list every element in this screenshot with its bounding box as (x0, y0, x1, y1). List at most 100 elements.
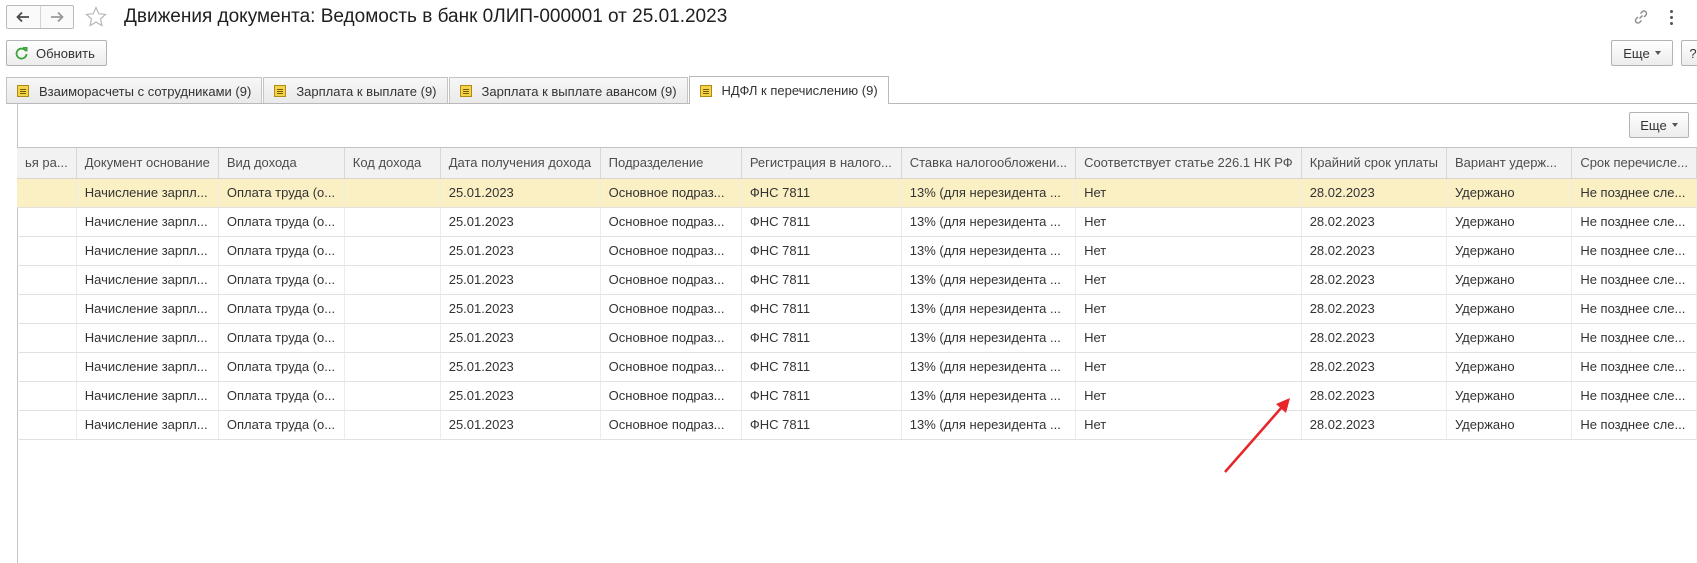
table-cell: Не позднее сле... (1571, 381, 1697, 411)
table-cell: Оплата труда (о... (218, 265, 345, 295)
table-cell: Оплата труда (о... (218, 381, 345, 411)
table-cell: Основное подраз... (600, 207, 742, 237)
table-cell: 13% (для нерезидента ... (901, 236, 1077, 266)
table-cell (17, 381, 77, 411)
column-header[interactable]: Документ основание (76, 148, 219, 179)
table-cell: 28.02.2023 (1301, 236, 1447, 266)
table-cell (17, 236, 77, 266)
table-cell: 13% (для нерезидента ... (901, 410, 1077, 440)
table-cell: 28.02.2023 (1301, 294, 1447, 324)
table-cell (344, 410, 441, 440)
table-cell: Удержано (1446, 178, 1573, 208)
table-row[interactable]: Начисление зарпл... Оплата труда (о... 25.… (17, 410, 1697, 440)
forward-button[interactable] (39, 6, 73, 28)
table-cell: 13% (для нерезидента ... (901, 323, 1077, 353)
table-cell: Начисление зарпл... (76, 207, 219, 237)
table-row[interactable]: Начисление зарпл... Оплата труда (о... 25.… (17, 178, 1697, 208)
more-button[interactable]: Еще (1611, 40, 1673, 66)
column-header[interactable]: Срок перечисле... (1571, 148, 1697, 179)
records-table[interactable]: ья ра... Документ основание Вид дохода Код … (17, 147, 1697, 563)
table-row[interactable]: Начисление зарпл... Оплата труда (о... 25.… (17, 207, 1697, 237)
table-cell: Нет (1075, 381, 1302, 411)
table-cell: 13% (для нерезидента ... (901, 294, 1077, 324)
table-cell: Удержано (1446, 265, 1573, 295)
table-cell: Начисление зарпл... (76, 381, 219, 411)
tab-label: Взаиморасчеты с сотрудниками (9) (39, 83, 252, 99)
table-cell: Нет (1075, 410, 1302, 440)
table-cell (344, 352, 441, 382)
table-cell: Начисление зарпл... (76, 178, 219, 208)
table-cell: ФНС 7811 (741, 352, 902, 382)
table-header-row: ья ра... Документ основание Вид дохода Код … (17, 148, 1697, 179)
column-header[interactable]: Вариант удерж... (1446, 148, 1573, 179)
tab-personal-income-tax[interactable]: НДФЛ к перечислению (9) (688, 76, 889, 104)
table-cell: Нет (1075, 236, 1302, 266)
column-header[interactable]: ья ра... (17, 148, 77, 179)
table-row[interactable]: Начисление зарпл... Оплата труда (о... 25.… (17, 294, 1697, 324)
column-header[interactable]: Подразделение (600, 148, 742, 179)
tab-advance-payable[interactable]: Зарплата к выплате авансом (9) (448, 77, 688, 104)
table-cell: 25.01.2023 (440, 265, 601, 295)
tab-salary-payable[interactable]: Зарплата к выплате (9) (263, 77, 448, 104)
table-cell: 25.01.2023 (440, 352, 601, 382)
table-cell: 13% (для нерезидента ... (901, 265, 1077, 295)
table-cell: Удержано (1446, 207, 1573, 237)
link-button[interactable] (1632, 8, 1650, 26)
table-cell (17, 352, 77, 382)
table-cell: Начисление зарпл... (76, 323, 219, 353)
table-cell (344, 265, 441, 295)
table-cell: Начисление зарпл... (76, 410, 219, 440)
table-cell: 13% (для нерезидента ... (901, 381, 1077, 411)
table-row[interactable]: Начисление зарпл... Оплата труда (о... 25.… (17, 323, 1697, 353)
navigation-buttons (6, 5, 74, 29)
table-cell (17, 410, 77, 440)
table-cell: Нет (1075, 207, 1302, 237)
table-cell: Удержано (1446, 236, 1573, 266)
refresh-icon (15, 46, 28, 59)
table-cell: Начисление зарпл... (76, 236, 219, 266)
window-title: Движения документа: Ведомость в банк 0ЛИ… (124, 6, 728, 27)
table-cell: Оплата труда (о... (218, 323, 345, 353)
table-cell: ФНС 7811 (741, 236, 902, 266)
column-header[interactable]: Регистрация в налого... (741, 148, 902, 179)
table-cell: Не позднее сле... (1571, 352, 1697, 382)
column-header[interactable]: Вид дохода (218, 148, 345, 179)
column-header[interactable]: Ставка налогообложени... (901, 148, 1077, 179)
column-header[interactable]: Соответствует статье 226.1 НК РФ (1075, 148, 1302, 179)
chevron-down-icon (1671, 123, 1678, 127)
column-header[interactable]: Дата получения дохода (440, 148, 601, 179)
column-header[interactable]: Крайний срок уплаты (1301, 148, 1447, 179)
register-icon (459, 85, 472, 97)
table-row[interactable]: Начисление зарпл... Оплата труда (о... 25.… (17, 352, 1697, 382)
table-cell: Не позднее сле... (1571, 323, 1697, 353)
help-button[interactable]: ? (1681, 40, 1697, 66)
table-cell: 13% (для нерезидента ... (901, 352, 1077, 382)
table-cell: Оплата труда (о... (218, 207, 345, 237)
favorite-button[interactable] (82, 3, 110, 31)
table-cell: Оплата труда (о... (218, 294, 345, 324)
star-icon (85, 6, 107, 27)
table-cell: Не позднее сле... (1571, 294, 1697, 324)
table-cell: Не позднее сле... (1571, 236, 1697, 266)
register-icon (699, 84, 712, 97)
column-header[interactable]: Код дохода (344, 148, 441, 179)
table-cell: 13% (для нерезидента ... (901, 178, 1077, 208)
table-cell: Основное подраз... (600, 352, 742, 382)
table-row[interactable]: Начисление зарпл... Оплата труда (о... 25.… (17, 265, 1697, 295)
table-cell: ФНС 7811 (741, 410, 902, 440)
table-row[interactable]: Начисление зарпл... Оплата труда (о... 25.… (17, 236, 1697, 266)
table-cell: 25.01.2023 (440, 207, 601, 237)
table-cell: ФНС 7811 (741, 265, 902, 295)
table-cell: 28.02.2023 (1301, 410, 1447, 440)
table-more-button[interactable]: Еще (1629, 112, 1689, 138)
table-cell: Начисление зарпл... (76, 265, 219, 295)
table-cell: 28.02.2023 (1301, 207, 1447, 237)
tab-employee-settlements[interactable]: Взаиморасчеты с сотрудниками (9) (6, 77, 263, 104)
back-button[interactable] (7, 6, 40, 28)
refresh-button[interactable]: Обновить (6, 40, 107, 66)
table-cell: 25.01.2023 (440, 381, 601, 411)
more-vertical-icon[interactable] (1666, 8, 1676, 26)
table-row[interactable]: Начисление зарпл... Оплата труда (о... 25.… (17, 381, 1697, 411)
table-cell: Не позднее сле... (1571, 410, 1697, 440)
table-cell (17, 207, 77, 237)
